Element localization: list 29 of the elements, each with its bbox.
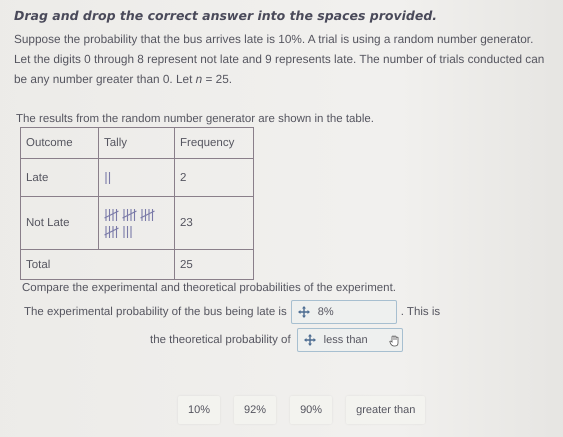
- table-cell: Total: [20, 250, 174, 280]
- column-header: Frequency: [174, 128, 254, 158]
- drop-zone[interactable]: 8%: [290, 300, 397, 324]
- answer-text: 8%: [318, 306, 334, 318]
- table-intro-text: The results from the random number generator are shown in the table.: [16, 113, 375, 125]
- answer-text: less than: [324, 334, 368, 346]
- table-cell: Late: [20, 158, 98, 196]
- answer-tile[interactable]: 10%: [178, 396, 220, 424]
- tally-marks-drawing: [104, 208, 155, 238]
- table-cell: 25: [174, 250, 254, 280]
- move-icon: [298, 306, 310, 318]
- table-cell: Not Late: [20, 196, 98, 250]
- table-cell: 2: [174, 158, 254, 196]
- answer-tile[interactable]: 90%: [290, 396, 332, 424]
- drop-zone[interactable]: less than: [296, 328, 403, 352]
- column-header: Outcome: [20, 128, 98, 158]
- answer-tile[interactable]: 92%: [234, 396, 276, 424]
- column-header: Tally: [98, 128, 174, 158]
- prompt-text: Compare the experimental and theoretical probabilities of the experiment.: [22, 282, 397, 294]
- sentence-text: The experimental probability of the bus being late is: [24, 306, 287, 318]
- hand-cursor-icon: [388, 335, 400, 347]
- sentence-text: . This is: [400, 306, 440, 318]
- table-cell: 23: [174, 196, 254, 250]
- answer-tile[interactable]: greater than: [346, 396, 426, 424]
- move-icon: [304, 334, 316, 346]
- tally-marks-drawing: [104, 170, 111, 184]
- instruction-text: Drag and drop the correct answer into the spaces provided.: [14, 8, 438, 23]
- sentence-text: the theoretical probability of: [150, 334, 291, 346]
- problem-text: Suppose the probability that the bus arrives late is 10%. A trial is using a random number generator. Let the digits 0 through 8 represent not late and 9 represents late. The number of trials conducted can be any number greater than 0. Let n = 25.: [14, 31, 546, 88]
